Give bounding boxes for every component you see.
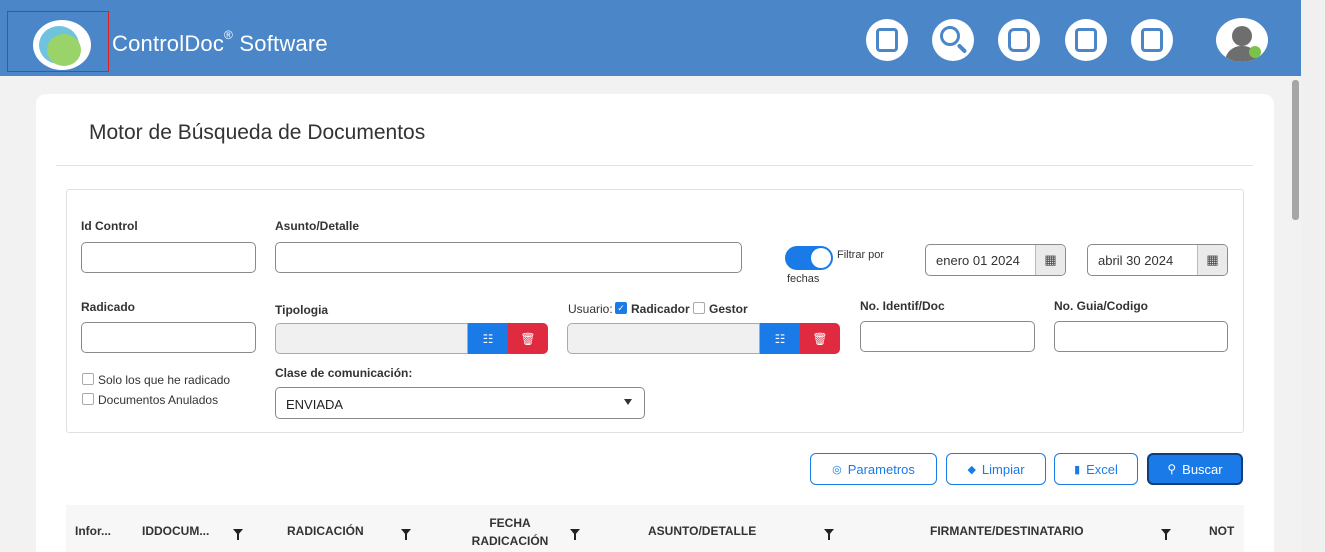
controldoc-logo-icon[interactable] bbox=[33, 20, 91, 70]
usuario-input[interactable] bbox=[567, 323, 760, 354]
search-icon: ⚲ bbox=[1167, 462, 1177, 476]
no-identif-label: No. Identif/Doc bbox=[860, 299, 945, 313]
fecha-hasta-input[interactable]: abril 30 2024 ▦ bbox=[1087, 244, 1228, 276]
filter-icon[interactable] bbox=[824, 529, 834, 540]
inbox-tray-icon[interactable] bbox=[998, 19, 1040, 61]
search-icon[interactable] bbox=[932, 19, 974, 61]
gestor-checkbox[interactable] bbox=[693, 302, 705, 314]
eraser-icon: ◆ bbox=[967, 463, 976, 476]
tree-icon: ☷ bbox=[774, 331, 786, 346]
brand-name: ControlDoc® Software bbox=[112, 27, 328, 56]
radicador-checkbox[interactable]: ✓ bbox=[615, 302, 627, 314]
column-header-radicacion[interactable]: RADICACIÓN bbox=[287, 524, 364, 538]
no-identif-input[interactable] bbox=[860, 321, 1035, 352]
clase-label: Clase de comunicación: bbox=[275, 366, 413, 380]
anulados-label: Documentos Anulados bbox=[98, 393, 219, 407]
calendar-icon[interactable]: ▦ bbox=[1035, 245, 1065, 275]
usuario-tree-button[interactable]: ☷ bbox=[760, 323, 800, 354]
asunto-label: Asunto/Detalle bbox=[275, 219, 360, 233]
column-header-firmante[interactable]: FIRMANTE/DESTINATARIO bbox=[930, 524, 1084, 538]
page-title: Motor de Búsqueda de Documentos bbox=[89, 121, 426, 144]
chevron-down-icon bbox=[624, 399, 632, 405]
id-control-input[interactable] bbox=[81, 242, 256, 273]
column-header-fecha-radicacion[interactable]: FECHA RADICACIÓN bbox=[465, 514, 555, 550]
tipologia-clear-button[interactable]: 🗑 bbox=[508, 323, 548, 354]
parametros-button[interactable]: ◎ Parametros bbox=[810, 453, 937, 485]
scrollbar-thumb[interactable] bbox=[1292, 80, 1299, 220]
column-header-info[interactable]: Infor... bbox=[75, 524, 111, 538]
trash-icon: 🗑 bbox=[520, 331, 536, 346]
no-guia-input[interactable] bbox=[1054, 321, 1228, 352]
buscar-button[interactable]: ⚲ Buscar bbox=[1147, 453, 1243, 485]
eye-slash-icon: ◎ bbox=[832, 463, 842, 476]
excel-button[interactable]: ▮ Excel bbox=[1054, 453, 1138, 485]
column-header-iddocumento[interactable]: IDDOCUM... bbox=[142, 524, 209, 538]
tipologia-tree-button[interactable]: ☷ bbox=[468, 323, 508, 354]
parametros-label: Parametros bbox=[847, 461, 915, 477]
usuario-label: Usuario: bbox=[568, 302, 613, 316]
usuario-clear-button[interactable]: 🗑 bbox=[800, 323, 840, 354]
tipologia-input[interactable] bbox=[275, 323, 468, 354]
limpiar-button[interactable]: ◆ Limpiar bbox=[946, 453, 1046, 485]
calendar-icon[interactable]: ▦ bbox=[1197, 245, 1227, 275]
top-bar: ControlDoc® Software bbox=[0, 0, 1301, 76]
fecha-desde-value: enero 01 2024 bbox=[936, 253, 1020, 268]
solo-radicado-checkbox[interactable] bbox=[82, 373, 94, 385]
gestor-label: Gestor bbox=[709, 302, 748, 316]
document-icon[interactable] bbox=[866, 19, 908, 61]
radicador-label: Radicador bbox=[631, 302, 690, 316]
trash-icon: 🗑 bbox=[812, 331, 828, 346]
buscar-label: Buscar bbox=[1182, 461, 1223, 477]
fecha-hasta-value: abril 30 2024 bbox=[1098, 253, 1174, 268]
divider bbox=[56, 165, 1253, 166]
radicado-label: Radicado bbox=[81, 300, 136, 314]
filter-icon[interactable] bbox=[233, 529, 243, 540]
filter-icon[interactable] bbox=[401, 529, 411, 540]
solo-radicado-label: Solo los que he radicado bbox=[98, 373, 231, 387]
limpiar-label: Limpiar bbox=[981, 461, 1025, 477]
anulados-checkbox[interactable] bbox=[82, 393, 94, 405]
clase-value: ENVIADA bbox=[286, 397, 344, 412]
filtrar-por-label: Filtrar por bbox=[837, 249, 885, 261]
filtrar-fechas-toggle[interactable] bbox=[785, 246, 833, 270]
clase-select[interactable]: ENVIADA bbox=[275, 387, 645, 419]
filter-icon[interactable] bbox=[1161, 529, 1171, 540]
radicado-input[interactable] bbox=[81, 322, 256, 353]
scrollbar-track[interactable] bbox=[1301, 0, 1325, 552]
fechas-label: fechas bbox=[787, 273, 820, 285]
user-avatar-icon[interactable] bbox=[1216, 18, 1268, 62]
tipologia-label: Tipologia bbox=[275, 303, 329, 317]
filter-icon[interactable] bbox=[570, 529, 580, 540]
excel-label: Excel bbox=[1086, 461, 1118, 477]
column-header-asunto[interactable]: ASUNTO/DETALLE bbox=[648, 524, 756, 538]
id-control-label: Id Control bbox=[81, 219, 138, 233]
file-excel-icon: ▮ bbox=[1074, 463, 1081, 476]
asunto-input[interactable] bbox=[275, 242, 742, 273]
archive-icon[interactable] bbox=[1065, 19, 1107, 61]
tree-icon: ☷ bbox=[482, 331, 494, 346]
fecha-desde-input[interactable]: enero 01 2024 ▦ bbox=[925, 244, 1066, 276]
report-icon[interactable] bbox=[1131, 19, 1173, 61]
no-guia-label: No. Guia/Codigo bbox=[1054, 299, 1148, 313]
column-header-not[interactable]: NOT bbox=[1209, 524, 1234, 538]
